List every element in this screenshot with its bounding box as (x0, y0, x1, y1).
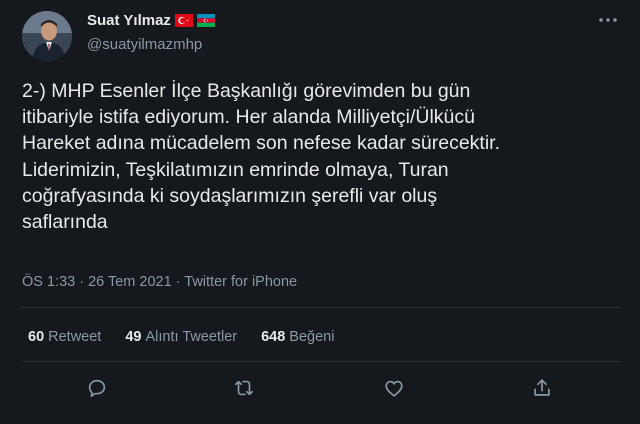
avatar-image (22, 11, 72, 61)
tweet-text: 2-) MHP Esenler İlçe Başkanlığı görevimd… (22, 78, 622, 235)
retweet-label: Retweet (48, 329, 102, 345)
reply-icon[interactable] (86, 377, 108, 399)
author-name[interactable]: Suat Yılmaz (87, 12, 171, 29)
tweet-text-line: saflarında (22, 211, 108, 234)
retweet-stat[interactable]: 60 Retweet (28, 329, 101, 345)
like-label: Beğeni (289, 329, 335, 345)
tweet-text-line: 2-) MHP Esenler İlçe Başkanlığı görevimd… (22, 80, 471, 102)
quote-tweet-count: 49 (125, 329, 142, 345)
tweet-text-line: itibariyle istifa ediyorum. Her alanda M… (22, 106, 475, 129)
tweet-text-line: Hareket adına mücadelem son nefese kadar… (22, 132, 501, 155)
like-stat[interactable]: 648 Beğeni (261, 329, 334, 345)
tweet-text-line: Liderimizin, Teşkilatımızın emrinde olma… (22, 158, 449, 181)
tweet-timestamp[interactable]: ÖS 1:33 · 26 Tem 2021 · Twitter for iPho… (22, 274, 297, 290)
tweet-stats: 60 Retweet 49 Alıntı Tweetler 648 Beğeni (28, 329, 358, 345)
tweet-card: Suat Yılmaz @suatyilmazmhp 2-) MHP Esenl… (0, 0, 640, 424)
quote-tweet-stat[interactable]: 49 Alıntı Tweetler (125, 329, 237, 345)
turkey-flag-icon (174, 14, 193, 27)
divider (22, 307, 620, 308)
more-options-icon[interactable] (598, 14, 618, 26)
tweet-text-line: coğrafyasında ki soydaşlarımızın şerefli… (22, 184, 438, 207)
author-name-row[interactable]: Suat Yılmaz (87, 12, 215, 29)
author-handle[interactable]: @suatyilmazmhp (87, 36, 202, 53)
avatar[interactable] (22, 11, 72, 61)
like-icon[interactable] (383, 377, 405, 399)
retweet-icon[interactable] (233, 377, 255, 399)
divider (22, 361, 620, 362)
retweet-count: 60 (28, 329, 45, 345)
quote-tweet-label: Alıntı Tweetler (145, 329, 238, 345)
azerbaijan-flag-icon (196, 14, 215, 27)
share-icon[interactable] (531, 377, 553, 399)
like-count: 648 (261, 329, 286, 345)
